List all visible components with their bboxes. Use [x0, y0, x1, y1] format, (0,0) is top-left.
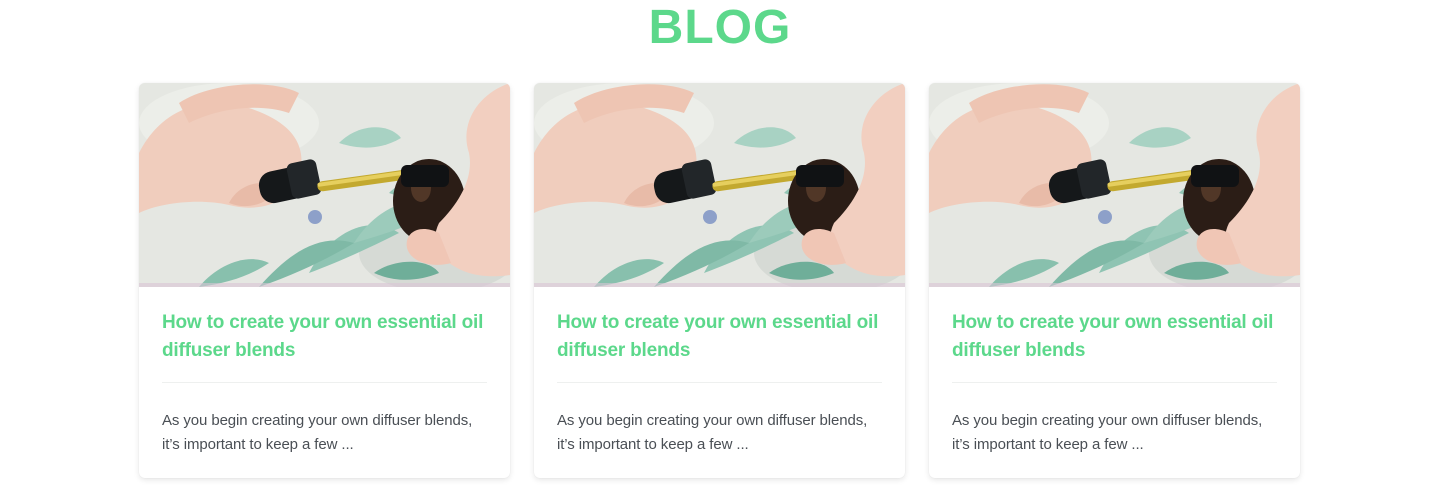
post-thumbnail-image[interactable] — [139, 83, 510, 287]
card-divider — [162, 382, 487, 383]
card-body: How to create your own essential oil dif… — [534, 287, 905, 457]
section-title: BLOG — [648, 1, 792, 54]
blog-card-list: How to create your own essential oil dif… — [139, 83, 1300, 478]
blog-card[interactable]: How to create your own essential oil dif… — [534, 83, 905, 478]
post-excerpt: As you begin creating your own diffuser … — [952, 412, 1263, 453]
post-thumbnail-image[interactable] — [929, 83, 1300, 287]
card-divider — [952, 382, 1277, 383]
card-body: How to create your own essential oil dif… — [139, 287, 510, 457]
blog-card[interactable]: How to create your own essential oil dif… — [139, 83, 510, 478]
post-thumbnail-image[interactable] — [534, 83, 905, 287]
post-title-link[interactable]: How to create your own essential oil dif… — [162, 309, 487, 365]
card-divider — [557, 382, 882, 383]
blog-section: BLOG How to create your own essential oi… — [0, 0, 1440, 490]
card-body: How to create your own essential oil dif… — [929, 287, 1300, 457]
post-title-link[interactable]: How to create your own essential oil dif… — [557, 309, 882, 365]
post-title-link[interactable]: How to create your own essential oil dif… — [952, 309, 1277, 365]
post-excerpt: As you begin creating your own diffuser … — [557, 412, 868, 453]
post-excerpt: As you begin creating your own diffuser … — [162, 412, 473, 453]
blog-card[interactable]: How to create your own essential oil dif… — [929, 83, 1300, 478]
